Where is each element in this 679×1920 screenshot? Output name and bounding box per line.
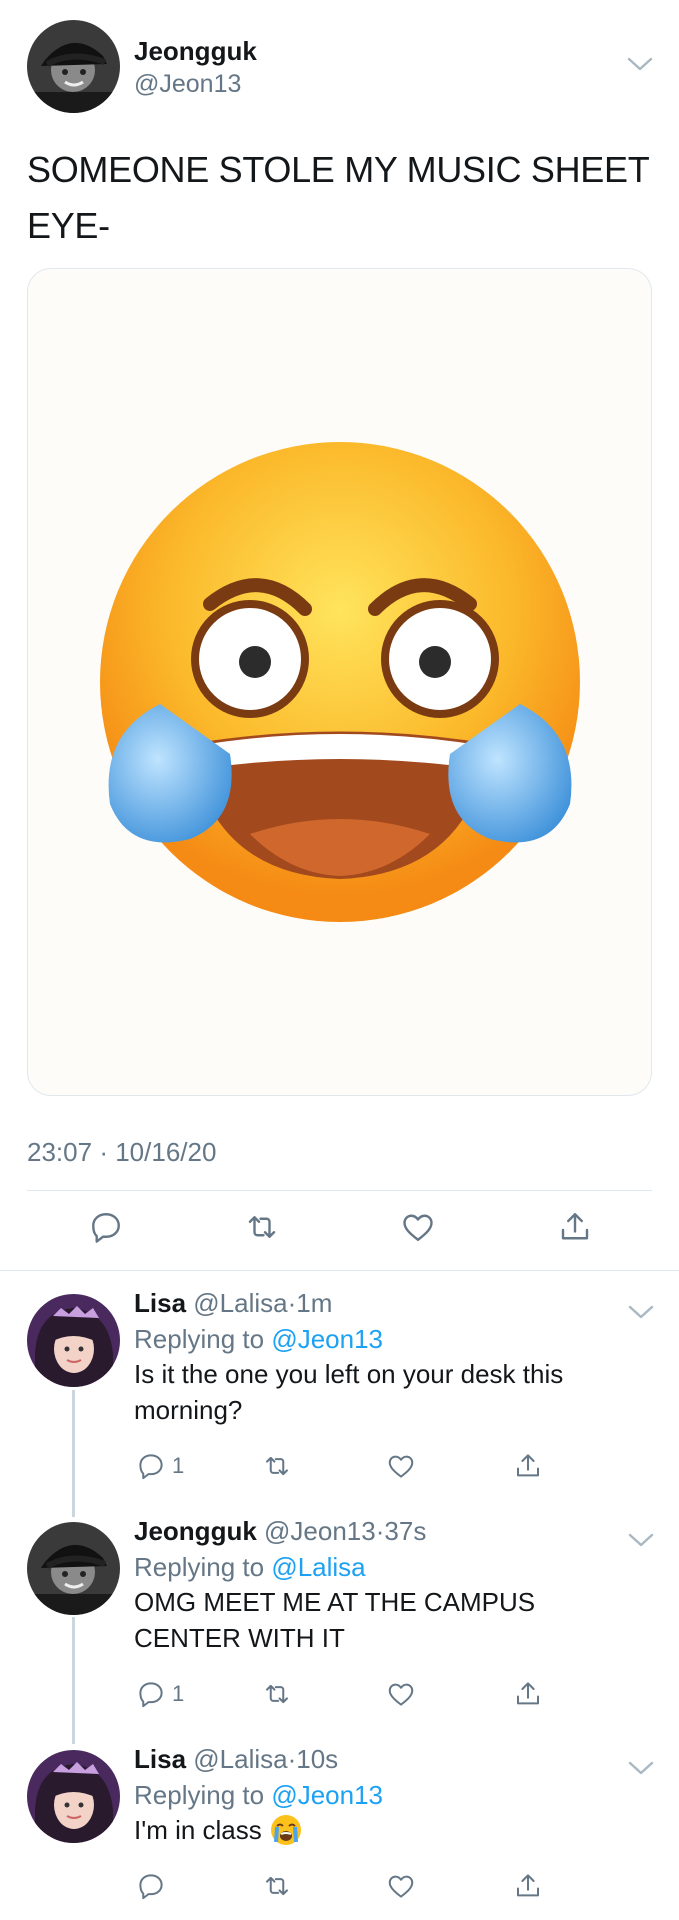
chevron-down-icon[interactable]: [628, 1304, 654, 1320]
author-name[interactable]: Jeongguk: [134, 1516, 257, 1546]
separator: ·: [287, 1288, 297, 1318]
reply-icon: [92, 1213, 120, 1243]
author-handle[interactable]: @Jeon13: [264, 1516, 376, 1546]
retweet-icon: [248, 1216, 276, 1238]
tweet-media[interactable]: [27, 268, 652, 1096]
reply-button[interactable]: [136, 1866, 166, 1906]
tweet-date: 10/16/20: [115, 1137, 217, 1167]
tweet-timestamp[interactable]: 23:07 · 10/16/20: [27, 1137, 216, 1168]
author-handle[interactable]: @Lalisa: [193, 1288, 287, 1318]
reply-button[interactable]: 1: [136, 1446, 184, 1486]
separator: ·: [99, 1137, 108, 1167]
reply-text: Is it the one you left on your desk this…: [134, 1359, 564, 1425]
share-icon: [561, 1213, 589, 1240]
replying-to-link[interactable]: @Jeon13: [271, 1780, 383, 1810]
like-button[interactable]: [398, 1205, 438, 1249]
share-icon: [517, 1874, 539, 1897]
chevron-down-icon[interactable]: [628, 1760, 654, 1776]
tweet-age[interactable]: 1m: [296, 1288, 332, 1318]
author-handle[interactable]: @Lalisa: [193, 1744, 287, 1774]
replying-to: Replying to @Jeon13: [134, 1324, 383, 1355]
share-button[interactable]: [513, 1866, 543, 1906]
tweet-text: SOMEONE STOLE MY MUSIC SHEET EYE-: [27, 149, 649, 246]
replying-to-label: Replying to: [134, 1324, 265, 1354]
share-button[interactable]: [513, 1446, 543, 1486]
share-icon: [517, 1454, 539, 1477]
tweet-action-bar: [0, 1205, 679, 1255]
avatar[interactable]: [27, 1294, 120, 1387]
retweet-button[interactable]: [262, 1866, 292, 1906]
reply-count: 1: [172, 1453, 185, 1478]
avatar[interactable]: [27, 1750, 120, 1843]
main-tweet: Jeongguk @Jeon13 SOMEONE STOLE MY MUSIC …: [0, 0, 679, 1268]
author-name[interactable]: Lisa: [134, 1288, 186, 1318]
retweet-button[interactable]: [242, 1205, 282, 1249]
chevron-down-icon[interactable]: [627, 56, 653, 72]
retweet-button[interactable]: [262, 1674, 292, 1714]
reply-tweet[interactable]: Jeongguk @Jeon13·37s Replying to @Lalisa…: [0, 1498, 679, 1726]
author-handle[interactable]: @Jeon13: [134, 70, 241, 99]
retweet-icon: [266, 1876, 288, 1896]
reply-icon: [139, 1454, 163, 1480]
author-name[interactable]: Jeongguk: [134, 36, 257, 67]
replying-to-link[interactable]: @Lalisa: [271, 1552, 365, 1582]
divider: [27, 1190, 652, 1191]
reply-action-bar: [0, 1866, 679, 1906]
heart-icon: [388, 1683, 414, 1706]
reply-button[interactable]: [86, 1205, 126, 1249]
reply-text: I'm in class: [134, 1815, 262, 1845]
replying-to: Replying to @Lalisa: [134, 1552, 366, 1583]
replying-to-label: Replying to: [134, 1552, 265, 1582]
replying-to-label: Replying to: [134, 1780, 265, 1810]
reply-button[interactable]: 1: [136, 1674, 184, 1714]
replying-to-link[interactable]: @Jeon13: [271, 1324, 383, 1354]
reply-header: Lisa @Lalisa·1m: [134, 1288, 332, 1319]
share-button[interactable]: [555, 1205, 595, 1249]
laughing-emoji-image: [100, 442, 580, 922]
reply-icon: [139, 1874, 163, 1900]
tweet-time: 23:07: [27, 1137, 93, 1167]
heart-icon: [388, 1455, 414, 1478]
avatar[interactable]: [27, 1522, 120, 1615]
tweet-age[interactable]: 37s: [384, 1516, 426, 1546]
reply-icon: [139, 1682, 163, 1708]
tweet-age[interactable]: 10s: [296, 1744, 338, 1774]
like-button[interactable]: [386, 1446, 416, 1486]
author-name[interactable]: Lisa: [134, 1744, 186, 1774]
reply-count: 1: [172, 1681, 185, 1706]
reply-text: OMG MEET ME AT THE CAMPUS CENTER WITH IT: [134, 1587, 536, 1653]
reply-action-bar: 1: [0, 1674, 679, 1714]
heart-icon: [388, 1875, 414, 1898]
share-button[interactable]: [513, 1674, 543, 1714]
heart-icon: [403, 1214, 433, 1241]
retweet-icon: [266, 1684, 288, 1704]
retweet-icon: [266, 1456, 288, 1476]
avatar[interactable]: [27, 20, 120, 113]
reply-tweet[interactable]: Lisa @Lalisa·10s Replying to @Jeon13 I'm…: [0, 1726, 679, 1920]
reply-text-row: I'm in class: [134, 1812, 634, 1848]
separator: ·: [287, 1744, 297, 1774]
share-icon: [517, 1682, 539, 1705]
reply-header: Lisa @Lalisa·10s: [134, 1744, 338, 1775]
reply-action-bar: 1: [0, 1446, 679, 1486]
chevron-down-icon[interactable]: [628, 1532, 654, 1548]
reply-tweet[interactable]: Lisa @Lalisa·1m Replying to @Jeon13 Is i…: [0, 1270, 679, 1498]
like-button[interactable]: [386, 1866, 416, 1906]
like-button[interactable]: [386, 1674, 416, 1714]
reply-header: Jeongguk @Jeon13·37s: [134, 1516, 426, 1547]
replying-to: Replying to @Jeon13: [134, 1780, 383, 1811]
retweet-button[interactable]: [262, 1446, 292, 1486]
crying-face-icon: [270, 1815, 301, 1845]
